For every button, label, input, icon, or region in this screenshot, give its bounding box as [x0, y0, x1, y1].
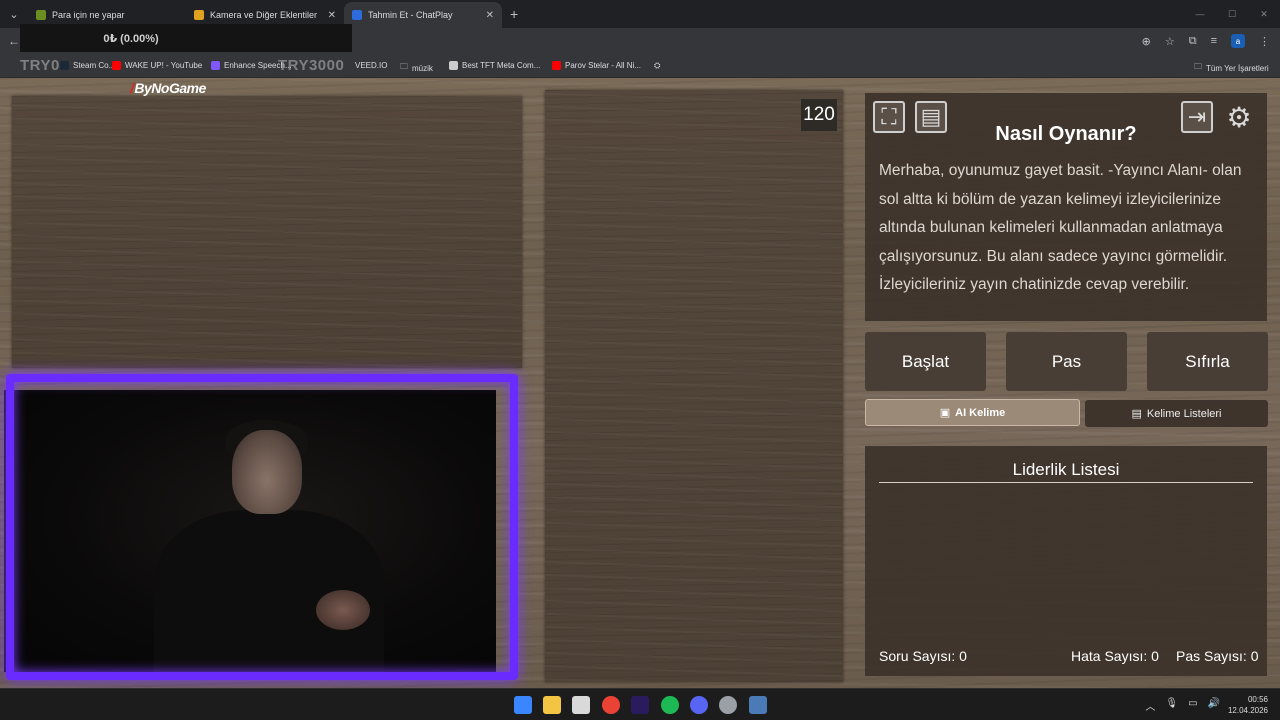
leaderboard-panel: Liderlik Listesi Soru Sayısı: 0 Hata Say…: [865, 446, 1267, 676]
bookmark-item[interactable]: Best TFT Meta Com...: [449, 61, 540, 70]
how-to-play-panel: ⛶ ▤ ⇥ ⚙ Nasıl Oynanır? Merhaba, oyunumuz…: [865, 93, 1267, 321]
extensions-icon[interactable]: ⧉: [1189, 35, 1197, 48]
back-arrow-icon[interactable]: ←: [8, 34, 20, 48]
error-count: Hata Sayısı: 0: [1071, 648, 1159, 664]
word-lists-button[interactable]: ▤ Kelime Listeleri: [1085, 400, 1268, 427]
clock-date: 12.04.2026: [1227, 706, 1268, 715]
windows-taskbar: ︿ 🎙 ▭ 🔊 00:56 12.04.2026: [0, 688, 1280, 720]
bookmark-item[interactable]: Parov Stelar - All Ni...: [552, 61, 641, 70]
chrome-icon[interactable]: [602, 696, 620, 714]
microphone-icon[interactable]: 🎙: [1165, 698, 1178, 713]
spotify-icon[interactable]: [661, 696, 679, 714]
star-icon[interactable]: ☆: [1165, 35, 1175, 48]
clock-time: 00:56: [1247, 695, 1268, 704]
menu-icon[interactable]: ⋮: [1259, 35, 1270, 48]
try-overlay-mid: TRY3000: [278, 57, 345, 74]
youtube-icon: [112, 61, 121, 70]
volume-icon[interactable]: 🔊: [1208, 698, 1220, 713]
robot-icon: ▣: [939, 407, 951, 419]
game-icon: ⛭: [654, 61, 661, 70]
app-icon[interactable]: [749, 696, 767, 714]
game-area: /ByNoGame 120 ⛶ ▤ ⇥ ⚙ Nasıl Oynanır? Mer…: [0, 78, 1280, 688]
webcam-overlay: [0, 374, 520, 682]
clock[interactable]: 00:56 12.04.2026: [1228, 694, 1268, 716]
list-icon: ▤: [1131, 408, 1142, 420]
tab-favicon-icon: [36, 10, 46, 20]
new-tab-icon[interactable]: +: [510, 6, 518, 22]
chevron-up-icon[interactable]: ︿: [1145, 698, 1155, 713]
price-overlay: 0₺ (0.00%): [20, 24, 352, 52]
question-count: Soru Sayısı: 0: [879, 648, 967, 664]
maximize-icon[interactable]: ☐: [1216, 0, 1248, 28]
file-explorer-icon[interactable]: [543, 696, 561, 714]
all-bookmarks[interactable]: 🗀 Tüm Yer İşaretleri: [1194, 61, 1269, 75]
zoom-icon[interactable]: ⊕: [1142, 35, 1151, 48]
close-window-icon[interactable]: ✕: [1248, 0, 1280, 28]
tab-title: Kamera ve Diğer Eklentiler: [210, 10, 318, 20]
how-to-play-text: Merhaba, oyunumuz gayet basit. -Yayıncı …: [879, 162, 1242, 294]
tft-icon: [449, 61, 458, 70]
media-icon[interactable]: ≡: [1211, 35, 1217, 47]
tab-title: Tahmin Et - ChatPlay: [368, 10, 453, 20]
store-icon[interactable]: [572, 696, 590, 714]
folder-icon: 🗀: [1194, 62, 1202, 71]
top-left-board: [12, 96, 522, 368]
minimize-icon[interactable]: —: [1184, 0, 1216, 28]
how-to-play-title: Nasıl Oynanır?: [995, 123, 1137, 145]
profile-avatar[interactable]: a: [1231, 34, 1245, 48]
discord-icon[interactable]: [690, 696, 708, 714]
tab-favicon-icon: [194, 10, 204, 20]
center-board: [545, 90, 843, 682]
windows-start-icon[interactable]: [514, 696, 532, 714]
timer: 120: [801, 99, 837, 131]
system-tray: ︿ 🎙 ▭ 🔊: [1145, 698, 1220, 713]
pass-count: Pas Sayısı: 0: [1176, 648, 1259, 664]
reset-button[interactable]: Sıfırla: [1147, 332, 1268, 391]
tab-title: Para için ne yapar: [52, 10, 125, 20]
neon-frame: [6, 374, 518, 680]
bookmark-item[interactable]: Steam Co...: [60, 61, 115, 70]
toolbar-icons: ⊕ ☆ ⧉ ≡ a ⋮: [1142, 34, 1270, 48]
window-controls: — ☐ ✕: [1184, 0, 1280, 28]
folder-icon: 🗀: [400, 62, 408, 71]
start-button[interactable]: Başlat: [865, 332, 986, 391]
leaderboard-title: Liderlik Listesi: [1012, 460, 1120, 479]
ai-word-button[interactable]: ▣ AI Kelime: [865, 399, 1080, 426]
close-icon[interactable]: ✕: [486, 10, 494, 21]
bookmark-folder[interactable]: 🗀 müzik: [400, 61, 433, 75]
premiere-icon[interactable]: [631, 696, 649, 714]
try-overlay-left: TRY0: [20, 57, 60, 74]
close-icon[interactable]: ✕: [328, 10, 336, 21]
youtube-icon: [552, 61, 561, 70]
bynogame-logo: /ByNoGame: [130, 80, 206, 96]
leaderboard-divider: [879, 482, 1253, 483]
network-icon[interactable]: ▭: [1188, 698, 1197, 713]
bookmark-item[interactable]: VEED.IO: [355, 61, 387, 70]
bookmark-item[interactable]: WAKE UP! - YouTube: [112, 61, 202, 70]
bookmark-item[interactable]: ⛭: [654, 61, 660, 71]
enhance-speech-icon: [211, 61, 220, 70]
steam-icon: [60, 61, 69, 70]
pass-button[interactable]: Pas: [1006, 332, 1127, 391]
tab-3-active[interactable]: Tahmin Et - ChatPlay ✕: [344, 2, 502, 28]
logo-slash-icon: /: [130, 80, 134, 96]
app-icon[interactable]: [719, 696, 737, 714]
tab-favicon-icon: [352, 10, 362, 20]
bookmarks-bar: TRY0 Steam Co... WAKE UP! - YouTube Enha…: [0, 56, 1280, 78]
